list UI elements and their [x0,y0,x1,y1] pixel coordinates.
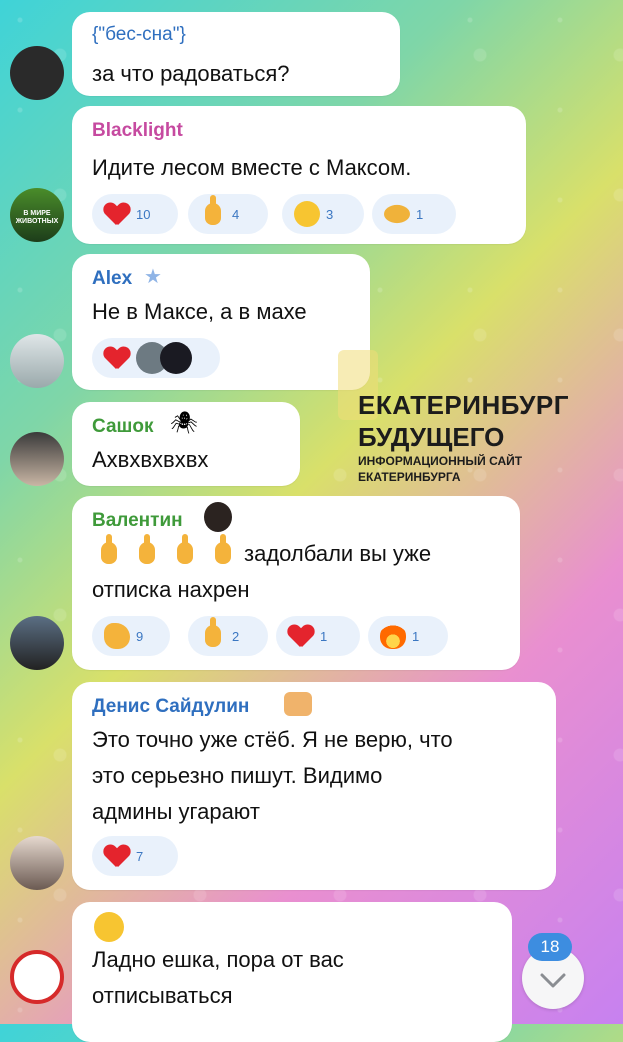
reaction-handshake[interactable]: 1 [372,194,456,234]
message-text: Ахвхвхвхвх [92,447,209,472]
watermark-line4: ЕКАТЕРИНБУРГА [358,470,461,484]
middle-finger-icon [205,195,221,225]
message-bubble[interactable]: Валентин задолбали вы уже отписка нахрен… [72,496,520,670]
reaction-laughing[interactable]: 3 [282,194,364,234]
spider-icon: 🕷 [170,410,198,435]
avatar-caption: В МИРЕ ЖИВОТНЫХ [15,210,59,225]
avatar[interactable] [10,950,64,1004]
angel-face-icon [94,912,124,942]
message-text: отписываться [92,983,233,1008]
reaction-clapping[interactable]: 9 [92,616,170,656]
watermark-line3: ИНФОРМАЦИОННЫЙ САЙТ [358,454,523,468]
middle-finger-icon [215,534,231,564]
sender-name[interactable]: Alex [92,268,132,290]
message-bubble[interactable]: Alex ★ Не в Максе, а в махе [72,254,370,390]
sender-name[interactable]: Blacklight [92,120,183,142]
heart-icon [104,843,130,869]
heart-icon [104,201,130,227]
reaction-heart[interactable]: 10 [92,194,178,234]
sender-name[interactable]: {"бес-сна"} [92,24,186,46]
heart-icon [104,345,130,371]
reaction-fire[interactable]: 1 [368,616,448,656]
middle-finger-icon [205,617,221,647]
message-bubble[interactable]: {"бес-сна"} за что радоваться? [72,12,400,96]
avatar[interactable] [10,46,64,100]
middle-finger-icon [177,534,193,564]
avatar[interactable] [10,432,64,486]
message-text: это серьезно пишут. Видимо [92,763,383,788]
laughing-face-icon [294,201,320,227]
handshake-icon [384,204,410,224]
message-text: за что радоваться? [92,61,290,86]
dog-icon [204,502,232,532]
message-bubble[interactable]: Blacklight Идите лесом вместе с Максом. … [72,106,526,244]
message-text: задолбали вы уже [244,541,432,566]
avatar[interactable] [10,616,64,670]
reaction-heart[interactable]: 7 [92,836,178,876]
message-bubble[interactable]: Сашок 🕷 Ахвхвхвхвх [72,402,300,486]
avatar[interactable] [10,836,64,890]
cat-laptop-icon [284,692,312,716]
watermark-line2: БУДУЩЕГО [358,422,505,452]
fire-icon [380,623,406,649]
middle-finger-icon [101,534,117,564]
watermark-line1: ЕКАТЕРИНБУРГ [358,390,570,420]
reactor-avatar [160,342,192,374]
sender-name[interactable]: Сашок [92,416,153,438]
star-icon: ★ [144,266,162,288]
message-bubble[interactable]: Ладно ешка, пора от вас отписываться [72,902,512,1042]
reaction-middle-finger[interactable]: 4 [188,194,268,234]
heart-icon [288,623,314,649]
message-text: отписка нахрен [92,577,250,602]
message-text: Это точно уже стёб. Я не верю, что [92,727,453,752]
avatar[interactable] [10,334,64,388]
message-text: админы угарают [92,799,260,824]
clapping-hands-icon [104,623,130,649]
unread-count-badge: 18 [528,933,572,961]
reaction-middle-finger[interactable]: 2 [188,616,268,656]
message-text: Ладно ешка, пора от вас [92,947,344,972]
message-bubble[interactable]: Денис Сайдулин Это точно уже стёб. Я не … [72,682,556,890]
middle-finger-icon [139,534,155,564]
sender-name[interactable]: Денис Сайдулин [92,696,249,718]
message-text: Не в Максе, а в махе [92,299,307,324]
middle-finger-row [96,534,236,566]
reaction-heart[interactable] [92,338,220,378]
avatar[interactable]: В МИРЕ ЖИВОТНЫХ [10,188,64,242]
sender-name[interactable]: Валентин [92,510,183,532]
reaction-heart[interactable]: 1 [276,616,360,656]
message-text: Идите лесом вместе с Максом. [92,155,412,180]
